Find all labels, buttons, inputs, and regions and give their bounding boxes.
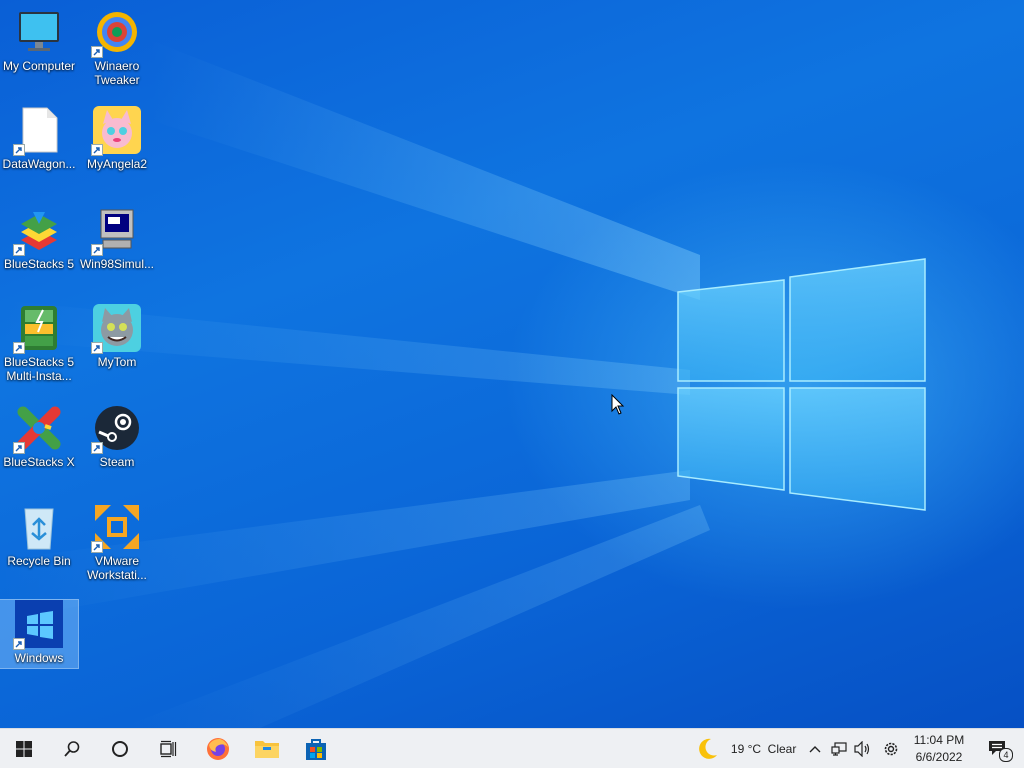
- desktop-icon-windows[interactable]: Windows: [0, 599, 79, 669]
- store-bag-icon: [306, 739, 326, 760]
- notification-count-badge: 4: [999, 748, 1013, 762]
- mouse-pointer-icon: [611, 394, 625, 415]
- desktop-icon-bluestacks-5[interactable]: BlueStacks 5: [0, 206, 78, 271]
- start-button[interactable]: [0, 729, 48, 769]
- microsoft-store-taskbar-button[interactable]: [292, 729, 340, 769]
- desktop-icon-steam[interactable]: Steam: [78, 404, 156, 469]
- folder-icon: [255, 741, 279, 758]
- desktop-icon-vmware-workstation[interactable]: VMware Workstati...: [78, 503, 156, 582]
- shortcut-arrow-icon: [13, 442, 25, 454]
- shortcut-arrow-icon: [91, 244, 103, 256]
- search-icon: [64, 741, 80, 757]
- network-button[interactable]: [828, 729, 850, 769]
- windows-start-icon: [16, 741, 32, 757]
- desktop-icon-my-computer[interactable]: My Computer: [0, 8, 78, 73]
- shortcut-arrow-icon: [91, 541, 103, 553]
- firefox-taskbar-button[interactable]: [194, 729, 242, 769]
- shortcut-arrow-icon: [13, 244, 25, 256]
- action-center-button[interactable]: 4: [978, 729, 1018, 769]
- task-view-button[interactable]: [144, 729, 192, 769]
- weather-temperature[interactable]: 19 °C: [726, 729, 766, 769]
- desktop-icon-win98simulator[interactable]: Win98Simul...: [78, 206, 156, 271]
- volume-button[interactable]: [852, 729, 874, 769]
- desktop-icon-mytom[interactable]: MyTom: [78, 304, 156, 369]
- monitor-icon: [19, 12, 59, 51]
- weather-condition[interactable]: Clear: [766, 729, 798, 769]
- shortcut-arrow-icon: [91, 46, 103, 58]
- shortcut-arrow-icon: [91, 342, 103, 354]
- clock-date: 6/6/2022: [915, 750, 963, 764]
- clock-button[interactable]: 11:04 PM 6/6/2022: [904, 732, 974, 766]
- shortcut-arrow-icon: [91, 144, 103, 156]
- clock-time: 11:04 PM: [913, 733, 965, 747]
- desktop-icon-bluestacks-x[interactable]: BlueStacks X: [0, 404, 78, 469]
- desktop-icon-datawagon[interactable]: DataWagon...: [0, 106, 78, 171]
- desktop-icon-winaero-tweaker[interactable]: Winaero Tweaker: [78, 8, 156, 87]
- settings-tray-button[interactable]: [878, 729, 904, 769]
- shortcut-arrow-icon: [13, 342, 25, 354]
- shortcut-arrow-icon: [13, 638, 25, 650]
- search-button[interactable]: [48, 729, 96, 769]
- weather-widget-icon-button[interactable]: [692, 729, 722, 769]
- file-explorer-taskbar-button[interactable]: [243, 729, 291, 769]
- taskbar: 19 °C Clear 11:04 PM 6/6/2022 4: [0, 728, 1024, 768]
- shortcut-arrow-icon: [13, 144, 25, 156]
- network-icon: [831, 742, 847, 756]
- show-hidden-icons-button[interactable]: [804, 729, 826, 769]
- firefox-icon: [207, 738, 229, 760]
- desktop[interactable]: My Computer DataWagon... BlueStacks 5 Bl…: [0, 0, 1024, 728]
- gear-icon: [884, 742, 898, 756]
- cortana-circle-icon: [112, 741, 128, 757]
- desktop-icon-bluestacks-multi-instance[interactable]: BlueStacks 5 Multi-Insta...: [0, 304, 78, 383]
- moon-icon: [699, 738, 717, 759]
- cortana-button[interactable]: [96, 729, 144, 769]
- shortcut-arrow-icon: [91, 442, 103, 454]
- chevron-up-icon: [809, 746, 821, 753]
- task-view-icon: [160, 740, 177, 758]
- speaker-icon: [854, 741, 870, 757]
- desktop-icon-recycle-bin[interactable]: Recycle Bin: [0, 503, 78, 568]
- desktop-icon-myangela2[interactable]: MyAngela2: [78, 106, 156, 171]
- recycle-bin-icon: [24, 508, 54, 550]
